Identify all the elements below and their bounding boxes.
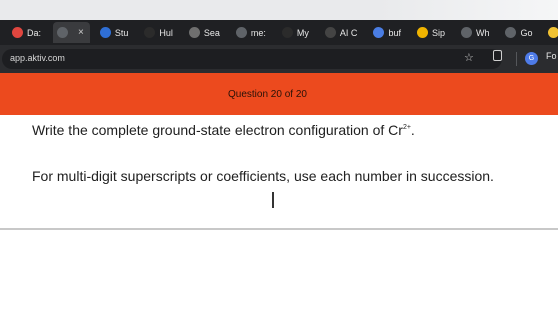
tab-label: buf (388, 27, 401, 38)
ai-icon (324, 27, 336, 38)
browser-tab[interactable]: AI C (321, 22, 364, 43)
tab-label: Hul (159, 27, 173, 38)
v-logo-icon (281, 27, 293, 38)
profile-avatar[interactable]: G (525, 52, 538, 65)
ion-charge: 2+ (402, 124, 411, 131)
browser-tab[interactable]: Uni (544, 22, 558, 43)
search-icon (188, 27, 200, 38)
browser-tab[interactable]: Da: (8, 22, 47, 43)
browser-tab[interactable]: Wh (457, 22, 496, 43)
browser-tab[interactable]: Sip (413, 22, 451, 43)
chrome-icon (235, 27, 247, 38)
bookmark-star-icon[interactable]: ☆ (464, 51, 474, 64)
h-logo-icon (144, 27, 156, 38)
chrome-icon (460, 27, 472, 38)
tab-label: Wh (475, 27, 490, 38)
tab-label: Da: (27, 27, 42, 38)
tab-label: Go (520, 27, 533, 38)
prompt-text: Write the complete ground-state electron… (32, 122, 403, 138)
chrome-icon (505, 27, 517, 38)
address-bar[interactable]: app.aktiv.com ☆ (2, 49, 502, 69)
address-bar-row: app.aktiv.com ☆ (0, 45, 558, 73)
browser-tab[interactable]: Stu (96, 22, 135, 43)
tab-label: Stu (114, 27, 129, 38)
toolbar-divider (516, 52, 517, 66)
folder-icon (548, 27, 558, 38)
profile-label[interactable]: Fo (546, 51, 557, 61)
question-body: Write the complete ground-state electron… (0, 115, 558, 309)
doc-icon (373, 27, 385, 38)
close-tab-icon[interactable]: × (78, 27, 84, 38)
window-top (0, 0, 558, 20)
window-top-shade (378, 0, 558, 20)
browser-tab[interactable]: buf (369, 22, 407, 43)
profile-letter: G (528, 55, 535, 62)
question-counter: Question 20 of 20 (228, 89, 307, 100)
circle-icon (12, 27, 23, 38)
text-cursor (272, 192, 274, 208)
url-text[interactable]: app.aktiv.com (10, 53, 65, 63)
extensions-icon[interactable] (493, 50, 502, 61)
tab-label: Sea (203, 27, 220, 38)
tab-label: My (296, 27, 309, 38)
chrome-icon (57, 27, 69, 38)
screen: Da:×StuHulSeame:MyAI CbufSipWhGoUni+ app… (0, 0, 558, 309)
tab-bar: Da:×StuHulSeame:MyAI CbufSipWhGoUni+ (0, 20, 558, 45)
browser-tab[interactable]: × (53, 22, 90, 43)
grid-icon (416, 27, 428, 38)
question-header: Question 20 of 20 (0, 73, 558, 115)
tab-label: AI C (339, 27, 358, 38)
browser-tab[interactable]: Go (501, 22, 538, 43)
tab-label: me: (250, 27, 266, 38)
browser-tab[interactable]: Hul (140, 22, 179, 43)
question-prompt: Write the complete ground-state electron… (32, 122, 415, 138)
t-logo-icon (99, 27, 111, 38)
browser-tab[interactable]: Sea (185, 22, 226, 43)
tab-label: Sip (431, 27, 445, 38)
browser-tab[interactable]: me: (232, 22, 272, 43)
answer-field[interactable] (0, 228, 558, 230)
question-instruction: For multi-digit superscripts or coeffici… (32, 168, 494, 184)
prompt-period: . (410, 122, 415, 138)
browser-tab[interactable]: My (278, 22, 315, 43)
